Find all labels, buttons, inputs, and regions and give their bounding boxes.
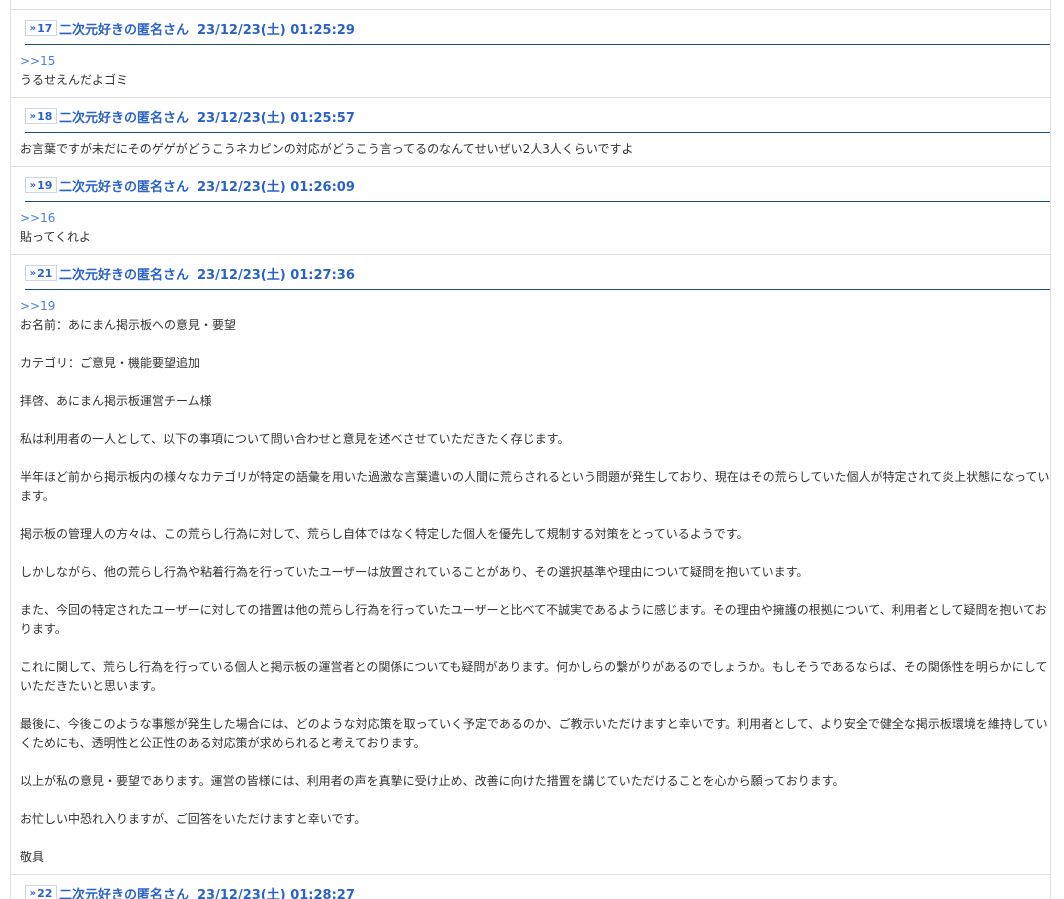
post-header: » 19 二次元好きの匿名さん 23/12/23(土) 01:26:09	[25, 167, 1050, 202]
post-text-line: お言葉ですが未だにそのゲゲがどうこうネカピンの対応がどうこう言ってるのなんてせい…	[20, 142, 634, 156]
poster-name: 二次元好きの匿名さん	[59, 22, 190, 38]
post-body: >>15 うるせえんだよゴミ	[11, 45, 1050, 97]
post-number-button[interactable]: » 17	[25, 20, 57, 36]
reply-arrow-icon: »	[29, 22, 37, 34]
post-meta: 二次元好きの匿名さん 23/12/23(土) 01:28:27	[59, 884, 355, 899]
post-text-line: お忙しい中恐れ入りますが、ご回答をいただけますと幸いです。	[20, 812, 367, 826]
post-17: » 17 二次元好きの匿名さん 23/12/23(土) 01:25:29 >>15 うるせ…	[11, 10, 1050, 98]
post-date: 23/12/23(土) 01:26:09	[197, 179, 355, 195]
post-meta: 二次元好きの匿名さん 23/12/23(土) 01:25:29	[59, 19, 355, 38]
reply-arrow-icon: »	[29, 887, 37, 899]
post-list: » 17 二次元好きの匿名さん 23/12/23(土) 01:25:29 >>15 うるせ…	[11, 10, 1050, 899]
post-text-line: 最後に、今後このような事態が発生した場合には、どのような対応策を取っていく予定で…	[20, 717, 1048, 750]
post-text-line: これに関して、荒らし行為を行っている個人と掲示板の運営者との関係についても疑問が…	[20, 660, 1048, 693]
post-date: 23/12/23(土) 01:27:36	[197, 267, 355, 283]
poster-name: 二次元好きの匿名さん	[59, 267, 190, 283]
post-body: >>19 お名前：あにまん掲示板への意見・要望 カテゴリ：ご意見・機能要望追加 拝啓、…	[11, 290, 1050, 874]
post-text-line: 半年ほど前から掲示板内の様々なカテゴリが特定の語彙を用いた過激な言葉遣いの人間に…	[20, 470, 1050, 503]
top-divider	[11, 0, 1050, 10]
post-text-line: また、今回の特定されたユーザーに対しての措置は他の荒らし行為を行っていたユーザー…	[20, 603, 1047, 636]
post-header: » 21 二次元好きの匿名さん 23/12/23(土) 01:27:36	[25, 255, 1050, 290]
post-body: >>16 貼ってくれよ	[11, 202, 1050, 254]
post-text-line: 以上が私の意見・要望であります。運営の皆様には、利用者の声を真摯に受け止め、改善…	[20, 774, 845, 788]
post-text-line: 敬具	[20, 850, 45, 864]
post-19: » 19 二次元好きの匿名さん 23/12/23(土) 01:26:09 >>16 貼って…	[11, 167, 1050, 255]
post-text-line: お名前：あにまん掲示板への意見・要望	[20, 318, 237, 332]
post-header: » 17 二次元好きの匿名さん 23/12/23(土) 01:25:29	[25, 10, 1050, 45]
post-number: 22	[37, 886, 53, 899]
post-number: 17	[37, 21, 53, 35]
post-meta: 二次元好きの匿名さん 23/12/23(土) 01:25:57	[59, 107, 355, 126]
post-text-line: 貼ってくれよ	[20, 230, 92, 244]
reply-anchor-link[interactable]: >>19	[20, 297, 1050, 316]
post-21: » 21 二次元好きの匿名さん 23/12/23(土) 01:27:36 >>19 お名前…	[11, 255, 1050, 875]
post-number-button[interactable]: » 21	[25, 265, 57, 281]
post-text-line: 私は利用者の一人として、以下の事項について問い合わせと意見を述べさせていただきた…	[20, 432, 570, 446]
post-header: » 22 二次元好きの匿名さん 23/12/23(土) 01:28:27	[25, 875, 1050, 899]
thread-container: » 17 二次元好きの匿名さん 23/12/23(土) 01:25:29 >>15 うるせ…	[10, 0, 1051, 899]
post-22: » 22 二次元好きの匿名さん 23/12/23(土) 01:28:27	[11, 875, 1050, 899]
post-number: 18	[37, 109, 53, 123]
poster-name: 二次元好きの匿名さん	[59, 179, 190, 195]
post-text-line: カテゴリ：ご意見・機能要望追加	[20, 356, 201, 370]
post-number-button[interactable]: » 18	[25, 108, 57, 124]
post-date: 23/12/23(土) 01:25:29	[197, 22, 355, 38]
post-number: 21	[37, 266, 53, 280]
poster-name: 二次元好きの匿名さん	[59, 887, 190, 899]
post-meta: 二次元好きの匿名さん 23/12/23(土) 01:26:09	[59, 176, 355, 195]
reply-anchor-link[interactable]: >>15	[20, 52, 1050, 71]
post-header: » 18 二次元好きの匿名さん 23/12/23(土) 01:25:57	[25, 98, 1050, 133]
reply-arrow-icon: »	[29, 267, 37, 279]
reply-arrow-icon: »	[29, 110, 37, 122]
post-date: 23/12/23(土) 01:25:57	[197, 110, 355, 126]
post-text-line: うるせえんだよゴミ	[20, 73, 129, 87]
post-18: » 18 二次元好きの匿名さん 23/12/23(土) 01:25:57 お言葉ですが未…	[11, 98, 1050, 167]
reply-anchor-link[interactable]: >>16	[20, 209, 1050, 228]
poster-name: 二次元好きの匿名さん	[59, 110, 190, 126]
post-text-line: しかしながら、他の荒らし行為や粘着行為を行っていたユーザーは放置されていることが…	[20, 565, 809, 579]
post-date: 23/12/23(土) 01:28:27	[197, 887, 355, 899]
post-body: お言葉ですが未だにそのゲゲがどうこうネカピンの対応がどうこう言ってるのなんてせい…	[11, 133, 1050, 166]
post-meta: 二次元好きの匿名さん 23/12/23(土) 01:27:36	[59, 264, 355, 283]
post-number: 19	[37, 178, 53, 192]
post-text-line: 掲示板の管理人の方々は、この荒らし行為に対して、荒らし自体ではなく特定した個人を…	[20, 527, 749, 541]
reply-arrow-icon: »	[29, 179, 37, 191]
post-number-button[interactable]: » 22	[25, 885, 57, 899]
post-number-button[interactable]: » 19	[25, 177, 57, 193]
post-text-line: 拝啓、あにまん掲示板運営チーム様	[20, 394, 212, 408]
